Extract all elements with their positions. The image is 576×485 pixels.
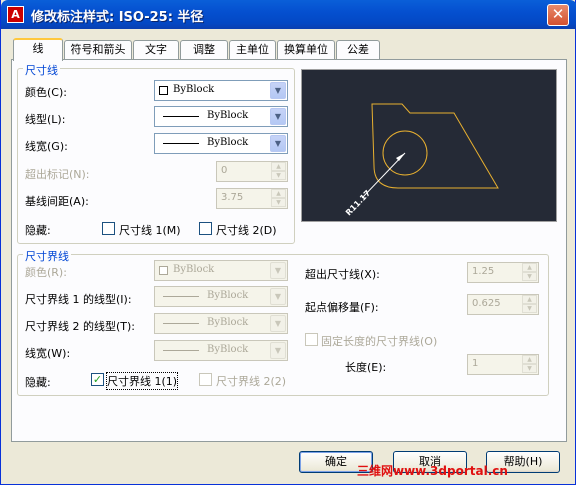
suppress-dim1-checkbox[interactable] xyxy=(102,222,115,235)
chevron-down-icon[interactable]: ▼ xyxy=(270,108,286,125)
suppress-ext1-checkbox[interactable]: ✓ xyxy=(91,373,104,386)
close-icon[interactable]: ✕ xyxy=(547,4,569,26)
spin-down-icon[interactable]: ▼ xyxy=(522,272,537,281)
dim-lineweight-value: ByBlock xyxy=(207,137,249,148)
length-spinner[interactable]: 1 ▲ ▼ xyxy=(467,354,539,375)
ext-beyond-value: 1.25 xyxy=(472,266,495,277)
length-label: 长度(E): xyxy=(345,361,387,374)
spin-down-icon[interactable]: ▼ xyxy=(271,198,286,207)
dim-line-group-label: 尺寸线 xyxy=(23,62,60,78)
ext-color-select[interactable]: ByBlock ▼ xyxy=(154,260,288,281)
ext-lt1-label: 尺寸界线 1 的线型(I): xyxy=(25,293,132,306)
autocad-app-icon: A xyxy=(7,6,24,23)
preview-part-outline xyxy=(371,103,499,189)
spin-down-icon[interactable]: ▼ xyxy=(522,304,537,313)
dim-linetype-select[interactable]: ByBlock ▼ xyxy=(154,106,288,127)
ext-line-group-label: 尺寸界线 xyxy=(23,248,71,264)
dim-linetype-label: 线型(L): xyxy=(25,113,66,126)
ext-suppress-label: 隐藏: xyxy=(25,376,51,389)
ext-lineweight-value: ByBlock xyxy=(207,344,249,355)
window-title: 修改标注样式: ISO-25: 半径 xyxy=(31,10,204,25)
dim-linetype-value: ByBlock xyxy=(207,110,249,121)
spin-up-icon[interactable]: ▲ xyxy=(522,355,537,364)
line-sample xyxy=(163,323,199,324)
suppress-dim2-checkbox[interactable] xyxy=(199,222,212,235)
watermark-text: 三维网www.3dportal.cn xyxy=(357,464,508,478)
line-sample xyxy=(163,143,199,144)
chevron-down-icon[interactable]: ▼ xyxy=(270,135,286,152)
ext-beyond-spinner[interactable]: 1.25 ▲ ▼ xyxy=(467,262,539,283)
chevron-down-icon[interactable]: ▼ xyxy=(270,288,286,305)
extend-ticks-value: 0 xyxy=(221,165,228,176)
ext-lt2-label: 尺寸界线 2 的线型(T): xyxy=(25,320,135,333)
dim-color-value: ByBlock xyxy=(173,84,215,95)
dim-suppress-label: 隐藏: xyxy=(25,224,51,237)
spin-down-icon[interactable]: ▼ xyxy=(271,171,286,180)
chevron-down-icon[interactable]: ▼ xyxy=(270,82,286,99)
chevron-down-icon[interactable]: ▼ xyxy=(270,262,286,279)
suppress-ext2-label[interactable]: 尺寸界线 2(2) xyxy=(216,373,286,389)
baseline-spacing-label: 基线间距(A): xyxy=(25,195,89,208)
length-value: 1 xyxy=(472,358,479,369)
ext-offset-label: 起点偏移量(F): xyxy=(305,301,379,314)
ext-color-label: 颜色(R): xyxy=(25,266,67,279)
baseline-spacing-spinner[interactable]: 3.75 ▲ ▼ xyxy=(216,188,288,209)
ext-lineweight-select[interactable]: ByBlock ▼ xyxy=(154,340,288,361)
extend-ticks-spinner[interactable]: 0 ▲ ▼ xyxy=(216,161,288,182)
tab-lines[interactable]: 线 xyxy=(13,38,63,61)
suppress-ext2-checkbox[interactable] xyxy=(199,373,212,386)
ext-color-value: ByBlock xyxy=(173,264,215,275)
suppress-ext1-label[interactable]: 尺寸界线 1(1) xyxy=(105,372,179,390)
tab-alternate-units[interactable]: 换算单位 xyxy=(277,40,335,59)
ext-offset-spinner[interactable]: 0.625 ▲ ▼ xyxy=(467,294,539,315)
spin-down-icon[interactable]: ▼ xyxy=(522,364,537,373)
ext-offset-value: 0.625 xyxy=(472,298,501,309)
preview-dim-text: R11.17 xyxy=(344,189,372,218)
line-sample xyxy=(163,116,199,117)
line-sample xyxy=(163,350,199,351)
suppress-dim1-label[interactable]: 尺寸线 1(M) xyxy=(119,222,181,238)
fixed-length-checkbox[interactable] xyxy=(305,333,318,346)
title-bar[interactable]: A 修改标注样式: ISO-25: 半径 ✕ xyxy=(1,0,576,29)
color-swatch xyxy=(159,86,168,95)
ext-lt2-value: ByBlock xyxy=(207,317,249,328)
tab-text[interactable]: 文字 xyxy=(133,40,179,59)
color-swatch xyxy=(159,266,168,275)
ext-lineweight-label: 线宽(W): xyxy=(25,347,71,360)
preview-arrowhead xyxy=(396,153,405,161)
dialog-window: A 修改标注样式: ISO-25: 半径 ✕ 线 符号和箭头 文字 调整 主单位… xyxy=(0,0,576,485)
dim-lineweight-label: 线宽(G): xyxy=(25,140,68,153)
dim-color-label: 颜色(C): xyxy=(25,86,67,99)
suppress-dim2-label[interactable]: 尺寸线 2(D) xyxy=(216,222,277,238)
chevron-down-icon[interactable]: ▼ xyxy=(270,342,286,359)
line-sample xyxy=(163,296,199,297)
preview-pane: R11.17 xyxy=(301,69,557,222)
tab-symbols-arrows[interactable]: 符号和箭头 xyxy=(64,40,132,59)
extend-ticks-label: 超出标记(N): xyxy=(25,168,90,181)
ext-beyond-label: 超出尺寸线(X): xyxy=(305,268,380,281)
tab-fit[interactable]: 调整 xyxy=(180,40,228,59)
ext-lt2-select[interactable]: ByBlock ▼ xyxy=(154,313,288,334)
dim-lineweight-select[interactable]: ByBlock ▼ xyxy=(154,133,288,154)
tab-primary-units[interactable]: 主单位 xyxy=(229,40,276,59)
dim-color-select[interactable]: ByBlock ▼ xyxy=(154,80,288,101)
spin-up-icon[interactable]: ▲ xyxy=(271,189,286,198)
preview-drawing: R11.17 xyxy=(344,103,499,218)
chevron-down-icon[interactable]: ▼ xyxy=(270,315,286,332)
baseline-spacing-value: 3.75 xyxy=(221,192,244,203)
spin-up-icon[interactable]: ▲ xyxy=(271,162,286,171)
ext-lt1-select[interactable]: ByBlock ▼ xyxy=(154,286,288,307)
spin-up-icon[interactable]: ▲ xyxy=(522,295,537,304)
fixed-length-label[interactable]: 固定长度的尺寸界线(O) xyxy=(321,333,437,349)
tab-tolerances[interactable]: 公差 xyxy=(336,40,380,59)
spin-up-icon[interactable]: ▲ xyxy=(522,263,537,272)
ext-lt1-value: ByBlock xyxy=(207,290,249,301)
